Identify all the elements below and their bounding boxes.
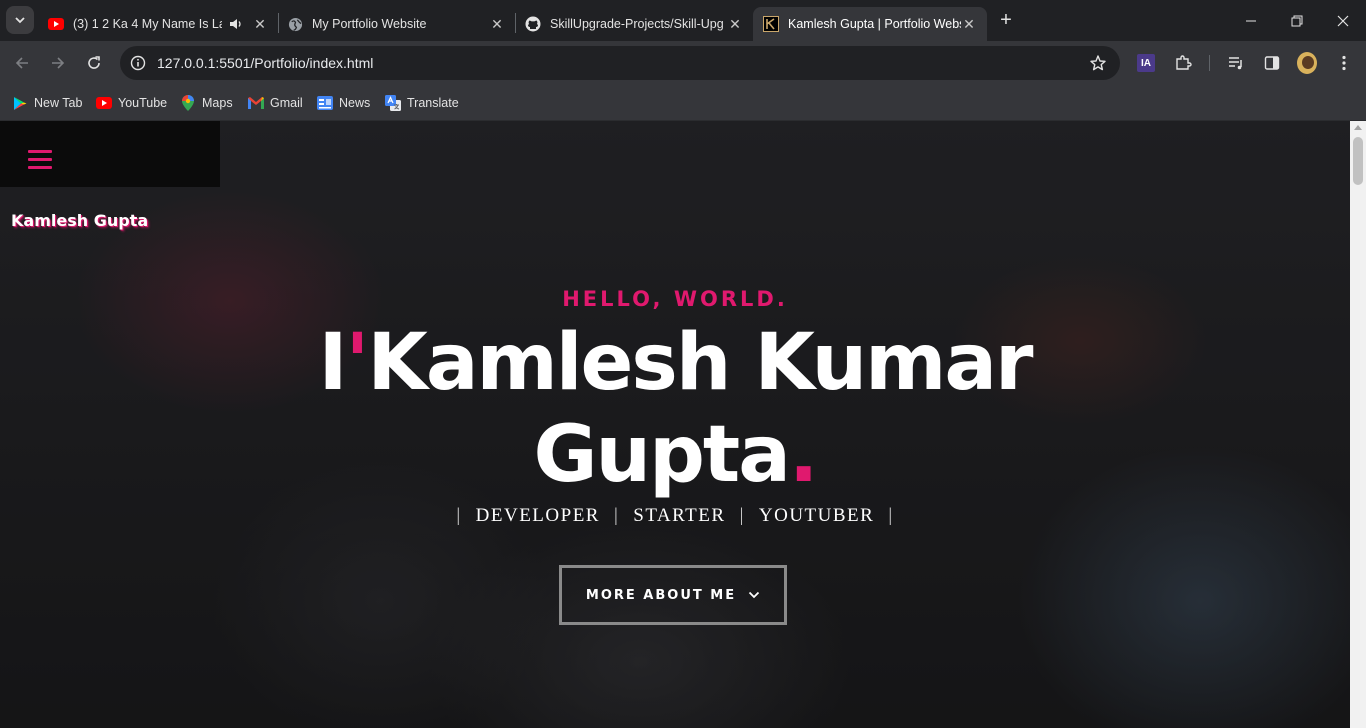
portfolio-page: Kamlesh Gupta HELLO, WORLD. I'Kamlesh Ku… xyxy=(0,121,1350,728)
close-window-button[interactable] xyxy=(1320,0,1366,41)
tab-youtube[interactable]: (3) 1 2 Ka 4 My Name Is Lak ✕ xyxy=(38,7,278,41)
bookmark-label: Translate xyxy=(407,96,459,110)
role-developer: DEVELOPER xyxy=(475,505,600,526)
tab-github[interactable]: SkillUpgrade-Projects/Skill-Upg ✕ xyxy=(515,7,753,41)
avatar-icon xyxy=(1297,52,1317,74)
name-dot: . xyxy=(788,410,819,500)
play-store-icon xyxy=(12,95,28,111)
role-starter: STARTER xyxy=(633,505,726,526)
side-panel-icon[interactable] xyxy=(1262,53,1282,73)
more-about-me-label: MORE ABOUT ME xyxy=(585,587,737,603)
hero-section: HELLO, WORLD. I'Kamlesh Kumar Gupta. | DE… xyxy=(0,121,1350,728)
close-tab-icon[interactable]: ✕ xyxy=(961,16,977,32)
bookmark-label: New Tab xyxy=(34,96,83,110)
role-youtuber: YOUTUBER xyxy=(758,505,875,526)
tab-kamlesh-portfolio[interactable]: Kamlesh Gupta | Portfolio Website ✕ xyxy=(753,7,987,41)
bookmark-label: News xyxy=(339,96,371,110)
bookmark-youtube[interactable]: YouTube xyxy=(96,93,167,113)
scroll-up-arrow-icon[interactable] xyxy=(1354,125,1362,130)
extension-badge: IA xyxy=(1137,54,1155,72)
tab-strip: (3) 1 2 Ka 4 My Name Is Lak ✕ My Portfol… xyxy=(0,0,1366,41)
site-info-icon[interactable] xyxy=(128,53,148,73)
hero-greeting: HELLO, WORLD. xyxy=(562,287,788,311)
bookmark-label: YouTube xyxy=(118,96,168,110)
more-vertical-icon xyxy=(1342,55,1346,71)
scrollbar-thumb[interactable] xyxy=(1353,137,1363,185)
new-tab-button[interactable]: + xyxy=(995,9,1017,31)
tab-title: SkillUpgrade-Projects/Skill-Upg xyxy=(550,17,724,31)
media-control-icon[interactable] xyxy=(1226,53,1246,73)
maps-icon xyxy=(180,95,196,111)
chevron-down-icon xyxy=(748,591,760,599)
name-prefix: I xyxy=(318,318,347,408)
bookmark-label: Gmail xyxy=(270,96,303,110)
restore-button[interactable] xyxy=(1274,0,1320,41)
k-logo-icon xyxy=(763,16,779,32)
name-line1: Kamlesh Kumar xyxy=(367,318,1033,408)
chrome-menu-button[interactable] xyxy=(1334,53,1354,73)
bookmarks-bar: New Tab YouTube Maps Gmail News Translat… xyxy=(0,85,1366,121)
bookmark-gmail[interactable]: Gmail xyxy=(248,93,303,113)
bookmark-translate[interactable]: Translate xyxy=(385,93,459,113)
youtube-icon xyxy=(96,95,112,111)
reload-button[interactable] xyxy=(80,49,108,77)
gmail-icon xyxy=(248,95,264,111)
close-tab-icon[interactable]: ✕ xyxy=(489,16,505,32)
url-text[interactable]: 127.0.0.1:5501/Portfolio/index.html xyxy=(157,55,373,71)
minimize-button[interactable] xyxy=(1228,0,1274,41)
hero-name: I'Kamlesh Kumar Gupta. xyxy=(275,317,1075,501)
tab-search-button[interactable] xyxy=(6,6,34,34)
translate-icon xyxy=(385,95,401,111)
tab-title: (3) 1 2 Ka 4 My Name Is Lak xyxy=(73,17,222,31)
bookmark-label: Maps xyxy=(202,96,233,110)
hero-roles: | DEVELOPER | STARTER | YOUTUBER | xyxy=(456,505,894,526)
toolbar-divider xyxy=(1209,55,1210,71)
reload-icon xyxy=(88,56,100,69)
arrow-right-icon xyxy=(52,57,65,69)
github-icon xyxy=(525,16,541,32)
browser-toolbar: 127.0.0.1:5501/Portfolio/index.html IA xyxy=(0,41,1366,85)
close-tab-icon[interactable]: ✕ xyxy=(252,16,268,32)
chevron-down-icon xyxy=(15,17,25,24)
close-tab-icon[interactable]: ✕ xyxy=(727,16,743,32)
bookmark-news[interactable]: News xyxy=(317,93,370,113)
name-line2: Gupta xyxy=(533,410,791,500)
bookmark-star-icon[interactable] xyxy=(1088,53,1108,73)
extensions-puzzle-icon[interactable] xyxy=(1173,53,1193,73)
bookmark-new-tab[interactable]: New Tab xyxy=(12,93,82,113)
extension-ia-button[interactable]: IA xyxy=(1136,53,1156,73)
youtube-icon xyxy=(48,16,64,32)
name-apostrophe: ' xyxy=(345,318,370,408)
bookmark-maps[interactable]: Maps xyxy=(180,93,233,113)
globe-icon xyxy=(287,16,303,32)
back-button[interactable] xyxy=(8,49,36,77)
tab-portfolio[interactable]: My Portfolio Website ✕ xyxy=(277,7,515,41)
address-bar[interactable]: 127.0.0.1:5501/Portfolio/index.html xyxy=(120,46,1120,80)
tab-title: Kamlesh Gupta | Portfolio Website xyxy=(788,17,961,31)
more-about-me-button[interactable]: MORE ABOUT ME xyxy=(559,565,787,625)
profile-avatar[interactable] xyxy=(1297,52,1317,74)
speaker-icon[interactable] xyxy=(228,16,244,32)
forward-button[interactable] xyxy=(44,49,72,77)
news-icon xyxy=(317,95,333,111)
arrow-left-icon xyxy=(15,57,28,69)
page-scrollbar[interactable] xyxy=(1350,121,1366,728)
tab-title: My Portfolio Website xyxy=(312,17,427,31)
